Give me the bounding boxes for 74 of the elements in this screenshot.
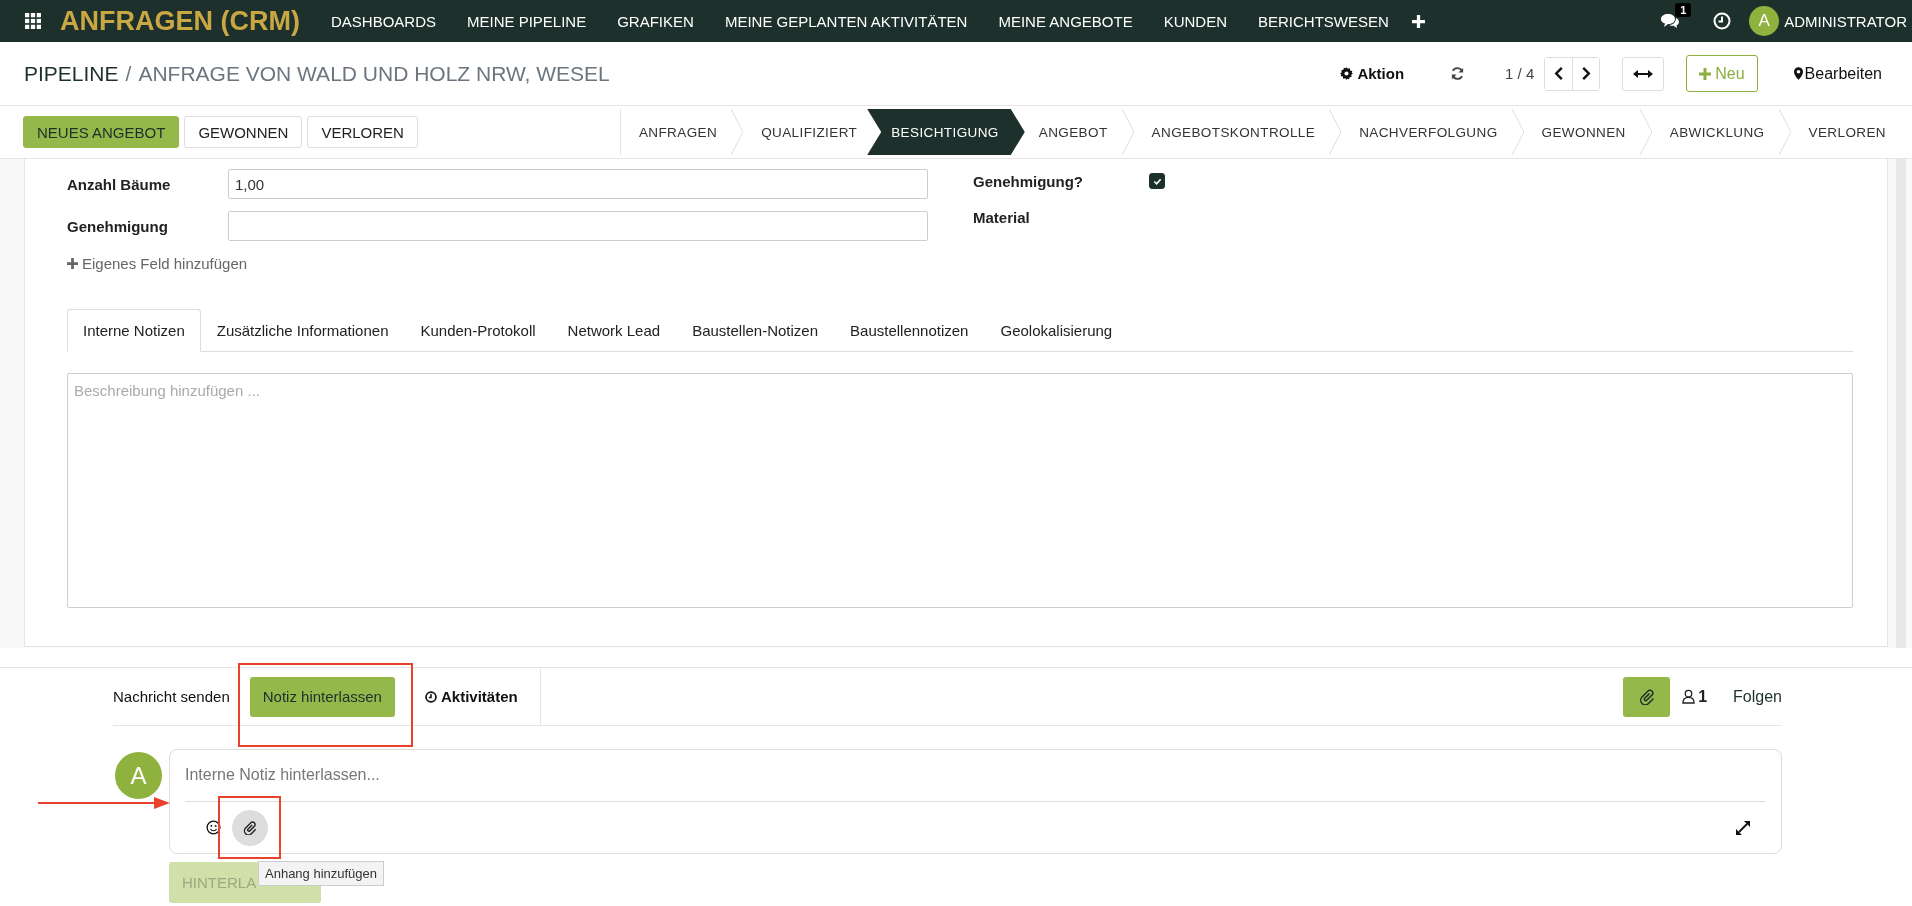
attach-button[interactable]: [232, 809, 268, 846]
nav-menu-item[interactable]: MEINE PIPELINE: [467, 12, 587, 30]
breadcrumb-link[interactable]: PIPELINE: [24, 61, 119, 86]
stage-separator-icon: [1511, 109, 1524, 155]
tab[interactable]: Interne Notizen: [67, 309, 201, 352]
emoji-icon[interactable]: [206, 820, 221, 835]
expand-width-button[interactable]: [1622, 56, 1665, 91]
tab[interactable]: Zusätzliche Informationen: [200, 309, 405, 352]
paperclip-icon: [243, 820, 257, 835]
pager-counter: 1 / 4: [1505, 65, 1535, 82]
activities-button[interactable]: Aktivitäten: [412, 676, 540, 717]
header-button[interactable]: VERLOREN: [307, 116, 418, 148]
chat-icon[interactable]: [1659, 12, 1682, 30]
refresh-icon[interactable]: [1450, 66, 1466, 81]
followers-button[interactable]: 1: [1682, 687, 1708, 706]
tab[interactable]: Baustellennotizen: [834, 309, 985, 352]
plus-icon: [1699, 67, 1712, 80]
breadcrumb-separator: /: [125, 61, 132, 86]
expand-icon[interactable]: [1736, 820, 1750, 835]
action-button[interactable]: Aktion: [1334, 64, 1411, 83]
pin-icon: [1793, 67, 1803, 80]
plus-icon[interactable]: [1411, 14, 1425, 28]
stage-separator-icon: [1121, 109, 1134, 155]
highlight-frame: [218, 795, 281, 859]
tab[interactable]: Kunden-Protokoll: [404, 309, 552, 352]
gear-icon: [1340, 67, 1354, 80]
nav-menu-item[interactable]: GRAFIKEN: [617, 12, 694, 30]
tab[interactable]: Baustellen-Notizen: [676, 309, 835, 352]
input-field[interactable]: 1,00: [228, 169, 928, 199]
user-avatar: A: [115, 752, 162, 799]
send-message-button[interactable]: Nachricht senden: [113, 676, 238, 717]
field-label: Genehmigung: [67, 217, 169, 235]
attachments-button[interactable]: [1623, 676, 1671, 717]
checkmark-icon: [1152, 176, 1162, 186]
follow-button[interactable]: Folgen: [1733, 687, 1782, 706]
stage-button[interactable]: BESICHTIGUNG: [867, 109, 1025, 155]
tab[interactable]: Geolokalisierung: [984, 309, 1129, 352]
record-title: ANFRAGE VON WALD UND HOLZ NRW, WESEL: [138, 61, 610, 86]
paperclip-icon: [1638, 688, 1655, 705]
input-field[interactable]: [228, 211, 928, 241]
nav-menu-item[interactable]: MEINE ANGEBOTE: [998, 12, 1133, 30]
plus-icon: [67, 258, 78, 269]
next-button[interactable]: [1572, 57, 1600, 90]
description-field[interactable]: Beschreibung hinzufügen ...: [67, 373, 1853, 608]
clock-icon[interactable]: [1713, 12, 1732, 30]
stage-separator-icon: [1329, 109, 1342, 155]
scrollbar[interactable]: [1896, 159, 1906, 648]
stage-separator-icon: [731, 109, 744, 155]
nav-menu-item[interactable]: MEINE GEPLANTEN AKTIVITÄTEN: [724, 12, 968, 30]
person-icon: [1682, 689, 1696, 704]
field-label: Anzahl Bäume: [67, 175, 172, 193]
field-label: Genehmigung?: [973, 172, 1084, 190]
nav-menu-item[interactable]: DASHBOARDS: [330, 12, 436, 30]
header-button[interactable]: GEWONNEN: [184, 116, 303, 148]
stage-separator-icon: [1778, 109, 1791, 155]
stage-separator-icon: [1639, 109, 1652, 155]
notification-badge: 1: [1675, 3, 1692, 17]
add-field-link[interactable]: Eigenes Feld hinzufügen: [67, 255, 248, 272]
checkbox[interactable]: [1149, 173, 1165, 189]
edit-button[interactable]: Bearbeiten: [1787, 63, 1888, 84]
app-title: ANFRAGEN (CRM): [60, 5, 300, 37]
log-note-button[interactable]: Notiz hinterlassen: [249, 676, 395, 717]
header-button[interactable]: NEUES ANGEBOT: [23, 116, 180, 148]
field-label: Material: [973, 208, 1031, 226]
chevron-left-icon: [1553, 67, 1564, 80]
apps-menu-icon[interactable]: [25, 13, 41, 29]
nav-menu-item[interactable]: KUNDEN: [1163, 12, 1227, 30]
clock-icon: [424, 690, 437, 703]
tooltip: Anhang hinzufügen: [258, 860, 385, 886]
chevron-right-icon: [1581, 67, 1592, 80]
user-name[interactable]: ADMINISTRATOR: [1784, 12, 1907, 30]
tab[interactable]: Network Lead: [551, 309, 677, 352]
double-arrow-icon: [1633, 68, 1654, 79]
nav-menu-item[interactable]: BERICHTSWESEN: [1258, 12, 1389, 30]
